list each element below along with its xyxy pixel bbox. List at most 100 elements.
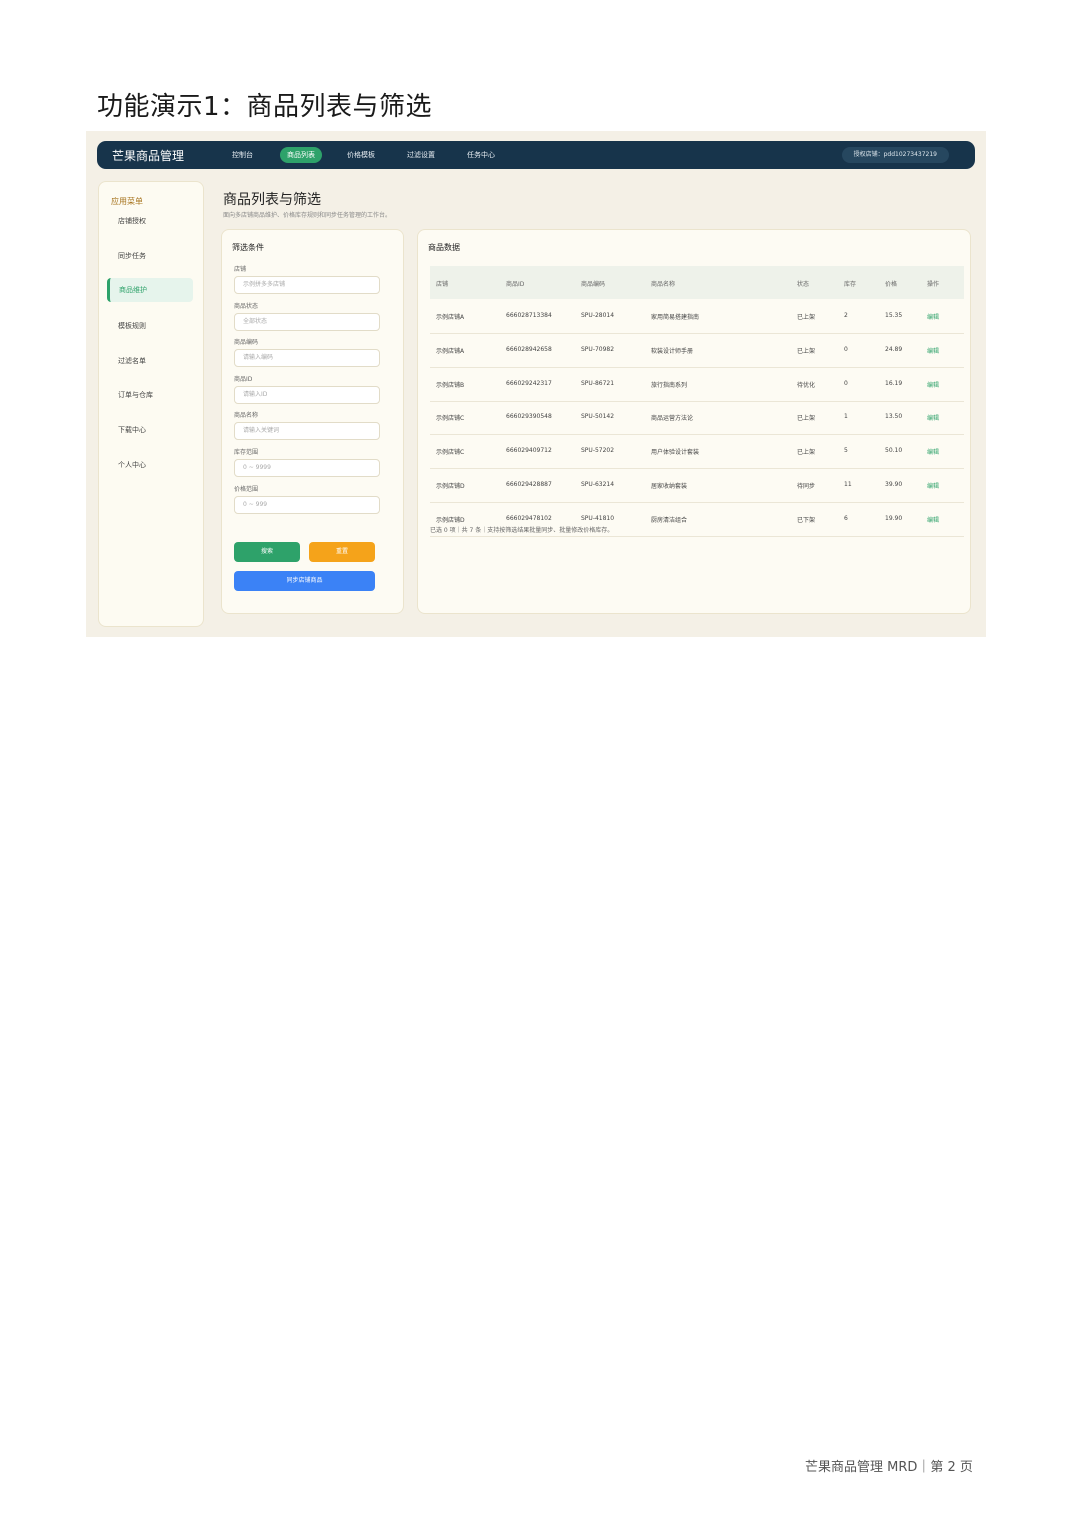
sidebar-item[interactable]: 下载中心	[118, 425, 146, 435]
table-row: 示例店铺C 666029390548 SPU-50142 商品运营方法论 已上架 1 13.…	[430, 400, 964, 436]
sidebar-item[interactable]: 商品维护	[107, 278, 193, 302]
app-brand: 芒果商品管理	[112, 149, 185, 163]
table-cell: 用户体验设计套装	[651, 449, 700, 457]
table-cell: SPU-50142	[581, 413, 615, 421]
sidebar-item[interactable]: 同步任务	[118, 251, 146, 261]
sync-store-products-button[interactable]: 同步店铺商品	[234, 571, 375, 591]
nav-item[interactable]: 过滤设置	[400, 147, 442, 163]
nav-item[interactable]: 商品列表	[280, 147, 322, 163]
product-data-card: 商品数据 店铺 商品ID 商品编码 商品名称 状态 库存 价格 操作 示例店铺A 6660287…	[417, 229, 971, 614]
table-cell: 39.90	[885, 481, 903, 488]
filter-input[interactable]: 请输入编码	[234, 349, 380, 368]
table-cell: 666028942658	[506, 345, 552, 353]
table-cell: 666029428887	[506, 481, 552, 488]
table-cell: SPU-86721	[581, 379, 615, 387]
table-cell: 16.19	[885, 379, 903, 387]
table-row: 示例店铺C 666029409712 SPU-57202 用户体验设计套装 已上架 5 50…	[430, 434, 964, 470]
page-footer: 芒果商品管理 MRD｜第 2 页	[805, 1460, 973, 1475]
table-cell: 50.10	[885, 447, 903, 455]
table-cell: 24.89	[885, 345, 903, 353]
filter-label: 价格范围	[234, 485, 259, 493]
sidebar: 应用菜单 店铺授权 同步任务 商品维护 模板规则 过滤名单 订单与仓库 下载中心 个人中心	[98, 181, 204, 627]
table-cell: 已上架	[797, 449, 816, 457]
filter-label: 店铺	[234, 266, 247, 273]
nav-item[interactable]: 任务中心	[460, 147, 502, 163]
table-cell: 11	[844, 481, 852, 488]
table-cell: 5	[844, 447, 848, 455]
filter-input[interactable]: 0 ~ 999	[234, 495, 380, 514]
table-header-cell: 商品编码	[581, 281, 606, 288]
table-header-cell: 商品名称	[651, 281, 676, 288]
table-cell: 示例店铺B	[436, 381, 465, 389]
table-header-cell: 商品ID	[506, 281, 525, 288]
table-cell: 666029409712	[506, 447, 552, 455]
app-screenshot: 芒果商品管理 控制台 商品列表 价格模板 过滤设置 任务中心 授权店铺：pdd10273…	[86, 131, 986, 637]
table-header-cell: 价格	[885, 281, 898, 288]
filter-input[interactable]: 示例拼多多店铺	[234, 276, 380, 294]
table-cell: 旅行指南系列	[651, 381, 688, 389]
table-cell: 19.90	[885, 514, 903, 522]
table-cell: 待同步	[797, 483, 816, 490]
edit-link[interactable]: 编辑	[927, 447, 939, 456]
table-cell: 0	[844, 345, 848, 353]
filter-input[interactable]: 请输入关键词	[234, 422, 380, 441]
edit-link[interactable]: 编辑	[927, 481, 939, 490]
table-footer: 已选 0 项｜共 7 条｜支持按筛选结果批量同步、批量修改价格库存。	[430, 527, 614, 534]
filter-label: 商品状态	[234, 302, 259, 310]
sidebar-item[interactable]: 店铺授权	[118, 216, 146, 226]
table-header: 店铺 商品ID 商品编码 商品名称 状态 库存 价格 操作	[430, 266, 964, 299]
table-row: 示例店铺D 666029428887 SPU-63214 居家收纳套装 待同步 11 39.…	[430, 468, 964, 503]
nav-item[interactable]: 价格模板	[340, 147, 382, 163]
table-cell: 示例店铺C	[436, 449, 465, 457]
filter-label: 库存范围	[234, 449, 259, 456]
table-cell: SPU-28014	[581, 312, 615, 319]
table-row: 示例店铺B 666029242317 SPU-86721 旅行指南系列 待优化 0 16.1…	[430, 367, 964, 402]
nav-item[interactable]: 控制台	[225, 147, 260, 163]
table-cell: 15.35	[885, 312, 903, 319]
reset-button[interactable]: 重置	[309, 542, 375, 562]
filter-label: 商品编码	[234, 339, 259, 347]
page-subtitle: 面向多店铺商品维护、价格库存规则和同步任务管理的工作台。	[223, 212, 392, 219]
table-cell: 示例店铺A	[436, 347, 465, 355]
edit-link[interactable]: 编辑	[927, 380, 939, 389]
filter-label: 商品名称	[234, 412, 259, 420]
sidebar-item[interactable]: 过滤名单	[118, 356, 146, 366]
sidebar-item[interactable]: 模板规则	[118, 321, 146, 331]
table-header-cell: 操作	[927, 281, 940, 288]
sidebar-item[interactable]: 个人中心	[118, 460, 146, 470]
edit-link[interactable]: 编辑	[927, 413, 939, 422]
table-cell: 666028713384	[506, 312, 552, 319]
table-cell: 666029242317	[506, 379, 552, 387]
table-cell: 已上架	[797, 314, 816, 321]
edit-link[interactable]: 编辑	[927, 312, 939, 321]
table-cell: 待优化	[797, 381, 816, 389]
table-row: 示例店铺A 666028713384 SPU-28014 家用简易搭建指南 已上架 2 15…	[430, 299, 964, 334]
table-cell: 商品运营方法论	[651, 415, 694, 423]
table-cell: 666029478102	[506, 514, 552, 522]
auth-store-badge[interactable]: 授权店铺：pdd10273437219	[841, 147, 949, 163]
table-cell: 已上架	[797, 347, 816, 355]
table-cell: 家用简易搭建指南	[651, 314, 700, 321]
table-cell: 厨房清洁组合	[651, 516, 688, 524]
table-cell: 6	[844, 514, 848, 522]
search-button[interactable]: 搜索	[234, 542, 300, 562]
table-cell: 示例店铺D	[436, 483, 465, 490]
table-cell: 13.50	[885, 413, 903, 421]
filter-title: 筛选条件	[232, 243, 264, 252]
page-title: 商品列表与筛选	[223, 192, 321, 208]
table-cell: 1	[844, 413, 848, 421]
table-cell: SPU-41810	[581, 514, 615, 522]
table-header-cell: 店铺	[436, 281, 449, 288]
document-title: 功能演示1：商品列表与筛选	[97, 92, 433, 122]
filter-input[interactable]: 全部状态	[234, 312, 380, 331]
filter-input[interactable]: 请输入ID	[234, 385, 380, 404]
table-header-cell: 状态	[797, 281, 810, 288]
filter-label: 商品ID	[234, 375, 253, 383]
table-cell: 2	[844, 312, 848, 319]
table-cell: SPU-57202	[581, 447, 615, 455]
edit-link[interactable]: 编辑	[927, 346, 939, 355]
sidebar-item[interactable]: 订单与仓库	[118, 390, 153, 400]
edit-link[interactable]: 编辑	[927, 515, 939, 524]
filter-input[interactable]: 0 ~ 9999	[234, 459, 380, 477]
table-cell: 居家收纳套装	[651, 483, 688, 490]
